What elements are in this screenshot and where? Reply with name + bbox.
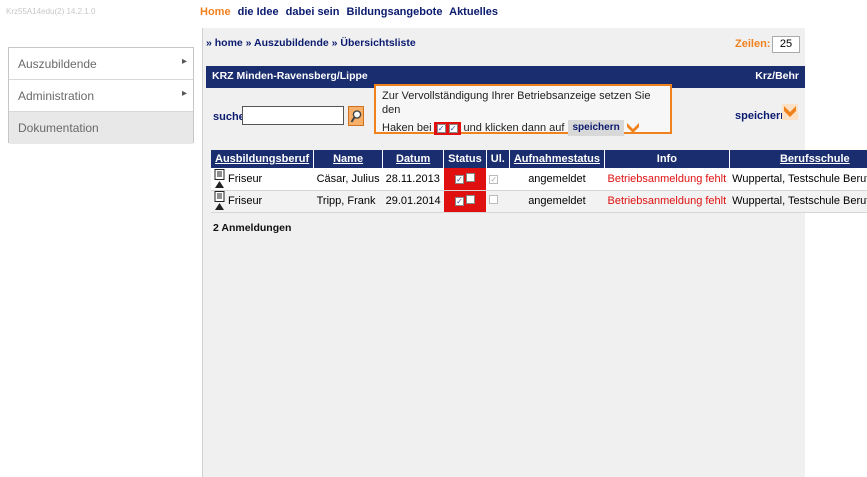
cell-datum: 28.11.2013 <box>382 168 444 191</box>
status-checkbox[interactable]: ✓ <box>454 174 464 184</box>
cell-beruf: Friseur <box>211 168 314 191</box>
cell-ul <box>486 190 510 213</box>
document-icon[interactable] <box>214 191 225 211</box>
save-arrow-icon[interactable] <box>782 104 798 120</box>
notice-text-mid: und klicken dann auf <box>463 122 565 134</box>
cell-datum: 29.01.2014 <box>382 190 444 213</box>
organization-name: KRZ Minden-Ravensberg/Lippe <box>212 70 368 82</box>
checkbox-checked-icon: ✓ <box>436 123 446 133</box>
notice-save-label: speichern <box>568 120 624 136</box>
table-row[interactable]: Friseur Tripp, Frank 29.01.2014 ✓ angeme… <box>211 190 867 213</box>
cell-name: Cäsar, Julius <box>313 168 383 191</box>
cell-status: ✓ <box>443 168 487 191</box>
rows-per-page-label: Zeilen: <box>735 38 771 50</box>
sidebar-item-auszubildende[interactable]: Auszubildende ▸ <box>9 48 193 80</box>
cell-beruf: Friseur <box>211 190 314 213</box>
sidebar-item-dokumentation[interactable]: Dokumentation <box>9 112 193 144</box>
sidebar-item-label: Administration <box>18 89 95 103</box>
checkbox-checked-icon: ✓ <box>448 123 458 133</box>
nav-home[interactable]: Home <box>200 6 231 18</box>
notice-line-2: Haken bei ✓ ✓ und klicken dann auf speic… <box>382 120 670 136</box>
record-count: 2 Anmeldungen <box>213 222 292 234</box>
sidebar-item-administration[interactable]: Administration ▸ <box>9 80 193 112</box>
sidebar-item-label: Auszubildende <box>18 57 97 71</box>
completion-notice: Zur Vervollständigung Ihrer Betriebsanze… <box>374 84 672 136</box>
cell-berufsschule: Wuppertal, Testschule Berufskolle <box>729 168 867 191</box>
status-checkbox[interactable] <box>465 172 475 182</box>
column-header-info: Info <box>604 150 730 168</box>
table-header-row: Ausbildungsberuf Name Datum Status Ul. A… <box>211 150 867 168</box>
ul-checkbox[interactable]: ✓ <box>489 174 499 184</box>
cell-aufnahmestatus: angemeldet <box>509 168 605 191</box>
chevron-right-icon: ▸ <box>181 56 187 67</box>
search-input[interactable] <box>242 106 344 125</box>
nav-bildungsangebote[interactable]: Bildungsangebote <box>347 6 443 18</box>
column-header-ausbildungsberuf[interactable]: Ausbildungsberuf <box>211 150 315 168</box>
chevron-right-icon: ▸ <box>181 88 187 99</box>
table-row[interactable]: Friseur Cäsar, Julius 28.11.2013 ✓ ✓ ang… <box>211 168 867 191</box>
save-arrow-icon <box>626 122 639 133</box>
column-header-status: Status <box>443 150 487 168</box>
nav-die-idee[interactable]: die Idee <box>238 6 279 18</box>
breadcrumb[interactable]: » home » Auszubildende » Übersichtsliste <box>206 37 416 49</box>
column-header-berufsschule[interactable]: Berufsschule <box>729 150 867 168</box>
document-icon[interactable] <box>214 168 225 189</box>
top-navigation: Home die Idee dabei sein Bildungsangebot… <box>200 6 502 18</box>
status-checkbox[interactable] <box>465 195 475 204</box>
sidebar: Auszubildende ▸ Administration ▸ Dokumen… <box>8 47 194 144</box>
notice-text-pre: Haken bei <box>382 122 432 134</box>
cell-berufsschule: Wuppertal, Testschule Berufskolle <box>729 190 867 213</box>
search-button[interactable] <box>348 106 364 126</box>
ul-checkbox[interactable] <box>489 195 499 204</box>
save-button[interactable]: speichern <box>735 110 787 122</box>
sidebar-item-label: Dokumentation <box>18 121 99 135</box>
column-header-aufnahmestatus[interactable]: Aufnahmestatus <box>509 150 606 168</box>
user-code: Krz/Behr <box>755 70 799 82</box>
notice-line-1: Zur Vervollständigung Ihrer Betriebsanze… <box>382 90 651 116</box>
cell-status: ✓ <box>443 190 487 213</box>
nav-aktuelles[interactable]: Aktuelles <box>449 6 498 18</box>
column-header-ul: Ul. <box>486 150 510 168</box>
beruf-value: Friseur <box>228 194 263 207</box>
search-label: suche <box>213 111 245 123</box>
column-header-datum[interactable]: Datum <box>382 150 445 168</box>
cell-info: Betriebsanmeldung fehlt <box>604 190 730 213</box>
app-version: Krz55A14edu(2) 14.2.1.0 <box>6 7 96 16</box>
checkbox-highlight: ✓ ✓ <box>433 121 461 135</box>
cell-aufnahmestatus: angemeldet <box>509 190 605 213</box>
magnifier-icon <box>350 110 362 123</box>
nav-dabei-sein[interactable]: dabei sein <box>286 6 340 18</box>
status-checkbox[interactable]: ✓ <box>454 197 464 206</box>
beruf-value: Friseur <box>228 172 263 185</box>
apprentice-table: Ausbildungsberuf Name Datum Status Ul. A… <box>211 150 867 213</box>
rows-per-page-select[interactable]: 25 <box>772 36 800 53</box>
column-header-name[interactable]: Name <box>313 150 384 168</box>
cell-ul: ✓ <box>486 168 510 191</box>
cell-info: Betriebsanmeldung fehlt <box>604 168 730 191</box>
cell-name: Tripp, Frank <box>313 190 383 213</box>
